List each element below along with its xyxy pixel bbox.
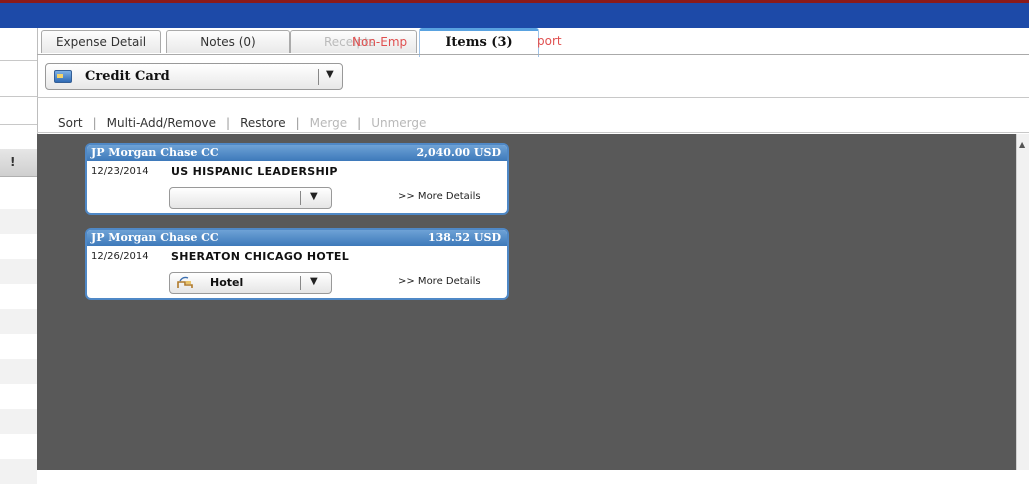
divider: [0, 96, 37, 97]
detail-tabs: Expense Detail Notes (0) Receipts Non-Em…: [41, 28, 1029, 57]
tab-notes[interactable]: Notes (0): [166, 30, 290, 53]
merge-button[interactable]: Merge: [310, 116, 347, 130]
tab-receipts[interactable]: Receipts Non-Emp: [290, 30, 417, 53]
expense-type-select[interactable]: ▼: [169, 187, 332, 209]
toolbar-separator: |: [92, 116, 97, 130]
item-vendor: SHERATON CHICAGO HOTEL: [171, 250, 350, 263]
expense-type-label: Hotel: [210, 276, 244, 289]
list-row[interactable]: [0, 259, 37, 284]
credit-card-icon: [54, 70, 72, 83]
item-card-header: JP Morgan Chase CC 138.52 USD: [87, 230, 507, 246]
item-card-header: JP Morgan Chase CC 2,040.00 USD: [87, 145, 507, 161]
item-vendor: US HISPANIC LEADERSHIP: [171, 165, 338, 178]
select-separator: [300, 191, 301, 205]
section-divider: [37, 97, 1029, 98]
toolbar-divider: [37, 132, 1029, 133]
chevron-down-icon[interactable]: ▼: [310, 191, 318, 202]
expense-type-select[interactable]: Hotel ▼: [169, 272, 332, 294]
tab-report[interactable]: port: [537, 30, 577, 52]
item-card[interactable]: JP Morgan Chase CC 138.52 USD 12/26/2014…: [85, 228, 509, 300]
item-card[interactable]: JP Morgan Chase CC 2,040.00 USD 12/23/20…: [85, 143, 509, 215]
expense-list-column: !: [0, 28, 38, 484]
list-column-header[interactable]: !: [0, 149, 37, 177]
list-row[interactable]: [0, 209, 37, 234]
list-row[interactable]: [0, 359, 37, 384]
item-date: 12/26/2014: [91, 251, 149, 262]
sort-button[interactable]: Sort: [58, 116, 83, 130]
divider: [0, 60, 37, 61]
flag-column-label: !: [10, 155, 16, 169]
payment-type-select[interactable]: Credit Card ▼: [45, 63, 343, 90]
tab-expense-detail[interactable]: Expense Detail: [41, 30, 161, 53]
chevron-down-icon[interactable]: ▼: [326, 69, 334, 80]
scroll-up-icon[interactable]: ▲: [1019, 140, 1025, 149]
select-separator: [318, 69, 319, 85]
divider: [0, 124, 37, 125]
items-scrollbar[interactable]: ▲: [1016, 134, 1029, 470]
list-row[interactable]: [0, 309, 37, 334]
hotel-icon: [177, 276, 193, 288]
item-issuer: JP Morgan Chase CC: [91, 146, 219, 159]
list-row[interactable]: [0, 459, 37, 484]
item-date: 12/23/2014: [91, 166, 149, 177]
tab-items[interactable]: Items (3): [419, 28, 539, 57]
item-amount: 2,040.00 USD: [416, 146, 502, 159]
select-separator: [300, 276, 301, 290]
payment-type-label: Credit Card: [85, 69, 170, 84]
toolbar-separator: |: [295, 116, 300, 130]
toolbar-separator: |: [357, 116, 362, 130]
more-details-link[interactable]: >> More Details: [398, 191, 481, 202]
tab-non-employee-label: Non-Emp: [352, 35, 408, 49]
more-details-link[interactable]: >> More Details: [398, 276, 481, 287]
toolbar-separator: |: [226, 116, 231, 130]
list-row[interactable]: [0, 409, 37, 434]
items-toolbar: Sort | Multi-Add/Remove | Restore | Merge | Unme…: [58, 116, 426, 132]
tab-divider: [37, 54, 1029, 55]
item-issuer: JP Morgan Chase CC: [91, 231, 219, 244]
multi-add-remove-button[interactable]: Multi-Add/Remove: [107, 116, 216, 130]
app-top-bar: [0, 0, 1029, 28]
item-amount: 138.52 USD: [427, 231, 501, 244]
unmerge-button[interactable]: Unmerge: [371, 116, 426, 130]
restore-button[interactable]: Restore: [240, 116, 286, 130]
chevron-down-icon[interactable]: ▼: [310, 276, 318, 287]
